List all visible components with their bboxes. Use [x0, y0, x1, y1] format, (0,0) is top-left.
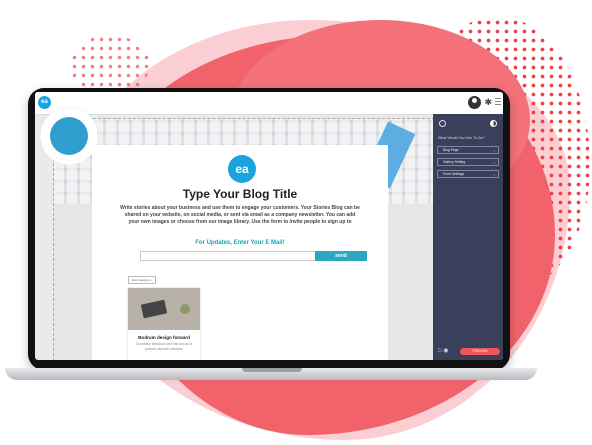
avatar-icon[interactable]: [468, 96, 481, 109]
laptop-screen: ea ✱ ea Type Your Blog Title Write stori…: [35, 92, 503, 360]
laptop-notch: [242, 368, 302, 372]
chevron-right-icon: ›: [493, 148, 495, 153]
post-excerpt: Curabitur tincidunt sed nisi purus id po…: [135, 342, 193, 351]
coffee-cup-image: [40, 107, 98, 165]
pin-icon[interactable]: ✱: [484, 97, 492, 108]
blog-canvas: ea Type Your Blog Title Write stories ab…: [40, 107, 435, 360]
chevron-right-icon: ›: [493, 160, 495, 165]
blog-logo-icon[interactable]: ea: [228, 155, 256, 183]
sidebar-item-gallery-setting[interactable]: Gallery Setting ›: [437, 158, 499, 166]
sidebar-item-blog-page[interactable]: Blog Page ›: [437, 146, 499, 154]
sidebar-question: What Would You Like To Do?: [438, 136, 485, 140]
post-card[interactable]: Bodrum design forward Curabitur tincidun…: [128, 288, 200, 360]
send-button[interactable]: send: [315, 251, 367, 261]
dot-pattern-left: [70, 35, 150, 95]
blog-panel: ea Type Your Blog Title Write stories ab…: [92, 145, 388, 360]
sidebar-item-label: Blog Page: [443, 148, 459, 152]
logo-icon[interactable]: ea: [38, 96, 51, 109]
sidebar-item-form-settings[interactable]: Form Settings ›: [437, 170, 499, 178]
publish-button[interactable]: PUBLISH: [460, 348, 500, 355]
post-plant-image: [180, 304, 190, 314]
add-category-button[interactable]: Add Category +: [128, 276, 156, 284]
post-image: [128, 288, 200, 330]
monitor-icon[interactable]: □ ◉: [438, 347, 449, 354]
sidebar-item-label: Form Settings: [443, 172, 465, 176]
blog-title[interactable]: Type Your Blog Title: [92, 187, 388, 201]
settings-sidebar: What Would You Like To Do? Blog Page › G…: [433, 114, 503, 360]
email-input[interactable]: [140, 251, 315, 261]
gear-icon[interactable]: [439, 120, 446, 127]
post-title: Bodrum design forward: [138, 335, 190, 340]
menu-icon[interactable]: [495, 98, 501, 106]
contrast-icon[interactable]: [490, 120, 497, 127]
chevron-right-icon: ›: [493, 172, 495, 177]
sidebar-item-label: Gallery Setting: [443, 160, 466, 164]
post-laptop-image: [140, 299, 168, 319]
updates-label: For Updates, Enter Your E Mail!: [195, 240, 285, 246]
app-topbar: ea ✱: [35, 92, 503, 115]
blog-description[interactable]: Write stories about your business and us…: [120, 205, 360, 225]
